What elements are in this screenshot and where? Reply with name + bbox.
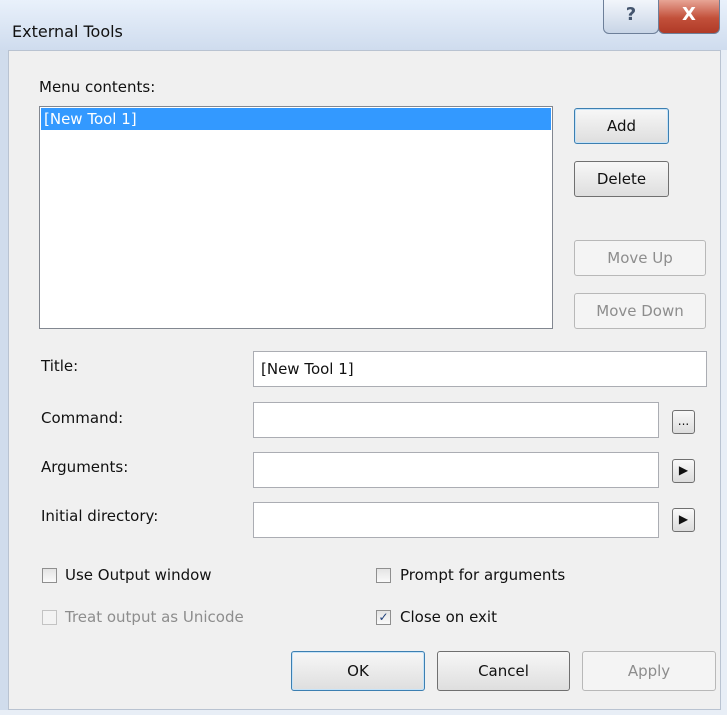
initial-directory-menu-button[interactable]: ▶	[672, 508, 695, 532]
treat-output-unicode-label[interactable]: Treat output as Unicode	[65, 608, 244, 626]
ok-button[interactable]: OK	[291, 651, 425, 691]
move-up-button[interactable]: Move Up	[574, 240, 706, 276]
prompt-for-arguments-checkbox[interactable]	[376, 568, 391, 583]
initial-directory-field[interactable]	[253, 502, 659, 538]
window-title: External Tools	[12, 22, 123, 41]
close-button[interactable]: X	[658, 0, 720, 34]
prompt-for-arguments-label[interactable]: Prompt for arguments	[400, 566, 565, 584]
window-frame	[0, 50, 8, 710]
title-field[interactable]: [New Tool 1]	[253, 351, 707, 387]
menu-contents-list[interactable]: [New Tool 1]	[39, 106, 553, 329]
right-arrow-icon: ▶	[678, 463, 689, 477]
close-on-exit-checkbox[interactable]: ✓	[376, 610, 391, 625]
arguments-menu-button[interactable]: ▶	[672, 459, 695, 483]
initial-directory-label: Initial directory:	[41, 507, 159, 525]
arguments-field-label: Arguments:	[41, 458, 129, 476]
close-icon: X	[682, 4, 696, 25]
ellipsis-icon: ...	[677, 414, 690, 428]
use-output-window-label[interactable]: Use Output window	[65, 566, 212, 584]
command-field-label: Command:	[41, 409, 124, 427]
title-field-label: Title:	[41, 357, 79, 375]
help-button[interactable]: ?	[603, 0, 659, 34]
right-arrow-icon: ▶	[678, 512, 689, 526]
treat-output-unicode-checkbox[interactable]	[42, 610, 57, 625]
move-down-button[interactable]: Move Down	[574, 293, 706, 329]
use-output-window-checkbox[interactable]	[42, 568, 57, 583]
list-item[interactable]: [New Tool 1]	[41, 108, 551, 130]
title-bar[interactable]: External Tools ? X	[0, 0, 727, 50]
cancel-button[interactable]: Cancel	[437, 651, 570, 691]
browse-button[interactable]: ...	[672, 410, 695, 434]
help-icon: ?	[625, 4, 637, 25]
apply-button[interactable]: Apply	[582, 651, 716, 691]
external-tools-dialog: External Tools ? X Menu contents: [New T…	[0, 0, 727, 715]
close-on-exit-label[interactable]: Close on exit	[400, 608, 497, 626]
checkmark-icon: ✓	[378, 610, 389, 624]
menu-contents-label: Menu contents:	[39, 78, 156, 96]
command-field[interactable]	[253, 402, 659, 438]
arguments-field[interactable]	[253, 452, 659, 488]
add-button[interactable]: Add	[574, 108, 669, 144]
delete-button[interactable]: Delete	[574, 161, 669, 197]
